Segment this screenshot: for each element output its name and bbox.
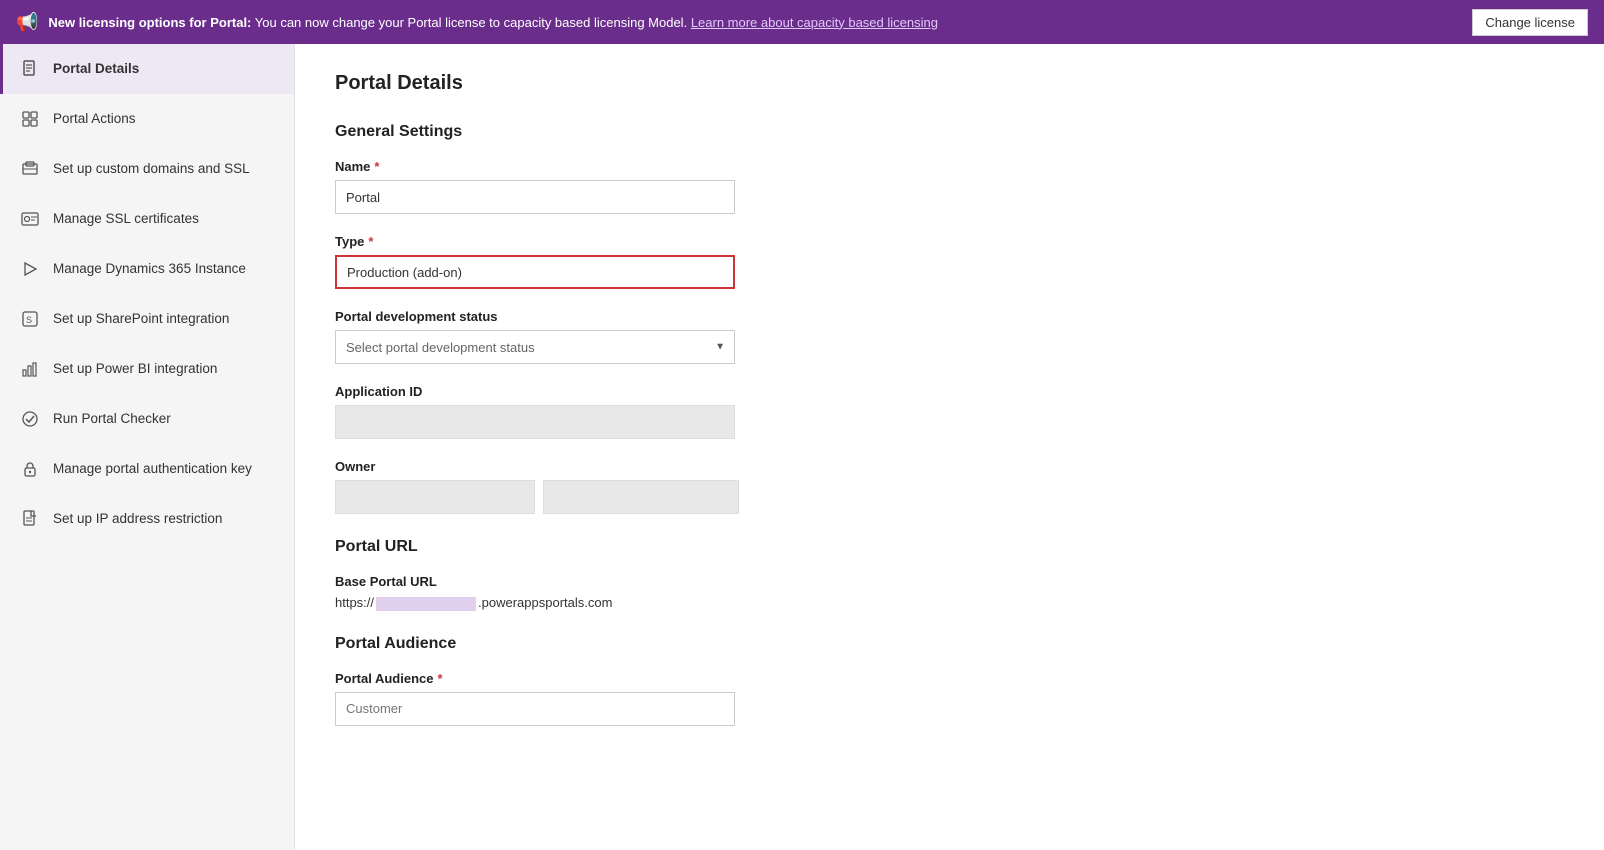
owner-label: Owner bbox=[335, 459, 1564, 474]
svg-text:S: S bbox=[26, 315, 32, 325]
domains-icon bbox=[19, 158, 41, 180]
owner-field-group: Owner bbox=[335, 459, 1564, 514]
change-license-button[interactable]: Change license bbox=[1472, 9, 1588, 36]
banner-text: New licensing options for Portal: You ca… bbox=[48, 15, 1462, 30]
sidebar-label-dynamics: Manage Dynamics 365 Instance bbox=[53, 260, 246, 278]
sidebar-label-portal-checker: Run Portal Checker bbox=[53, 410, 171, 428]
type-input[interactable] bbox=[335, 255, 735, 289]
file-icon bbox=[19, 508, 41, 530]
chart-icon bbox=[19, 358, 41, 380]
portal-audience-label: Portal Audience * bbox=[335, 671, 1564, 686]
sidebar-item-auth-key[interactable]: Manage portal authentication key bbox=[0, 444, 294, 494]
lock-icon bbox=[19, 458, 41, 480]
sidebar-label-powerbi: Set up Power BI integration bbox=[53, 360, 217, 378]
sharepoint-icon: S bbox=[19, 308, 41, 330]
app-id-field-group: Application ID bbox=[335, 384, 1564, 439]
name-field-group: Name * bbox=[335, 159, 1564, 214]
dev-status-select-wrapper: Select portal development status Develop… bbox=[335, 330, 735, 364]
general-settings-title: General Settings bbox=[335, 123, 1564, 141]
sidebar-item-portal-details[interactable]: Portal Details bbox=[0, 44, 294, 94]
sidebar-item-sharepoint[interactable]: S Set up SharePoint integration bbox=[0, 294, 294, 344]
sidebar-item-ssl-certs[interactable]: Manage SSL certificates bbox=[0, 194, 294, 244]
checker-icon bbox=[19, 408, 41, 430]
doc-icon bbox=[19, 58, 41, 80]
cert-icon bbox=[19, 208, 41, 230]
sidebar-label-ssl-certs: Manage SSL certificates bbox=[53, 210, 199, 228]
portal-audience-input[interactable] bbox=[335, 692, 735, 726]
owner-readonly-1 bbox=[335, 480, 535, 514]
portal-url-title: Portal URL bbox=[335, 538, 1564, 556]
page-title: Portal Details bbox=[335, 72, 1564, 95]
app-id-label: Application ID bbox=[335, 384, 1564, 399]
main-content: Portal Details General Settings Name * T… bbox=[295, 44, 1604, 850]
owner-fields bbox=[335, 480, 1564, 514]
sidebar-label-custom-domains: Set up custom domains and SSL bbox=[53, 160, 250, 178]
notification-banner: 📢 New licensing options for Portal: You … bbox=[0, 0, 1604, 44]
dev-status-label: Portal development status bbox=[335, 309, 1564, 324]
owner-readonly-2 bbox=[543, 480, 739, 514]
sidebar-label-sharepoint: Set up SharePoint integration bbox=[53, 310, 229, 328]
url-redacted bbox=[376, 597, 476, 611]
play-icon bbox=[19, 258, 41, 280]
sidebar-item-portal-actions[interactable]: Portal Actions bbox=[0, 94, 294, 144]
base-url-label: Base Portal URL bbox=[335, 574, 1564, 589]
sidebar-item-portal-checker[interactable]: Run Portal Checker bbox=[0, 394, 294, 444]
app-id-readonly bbox=[335, 405, 735, 439]
type-required-star: * bbox=[368, 234, 373, 249]
sidebar: Portal Details Portal Actions bbox=[0, 44, 295, 850]
dev-status-select[interactable]: Select portal development status Develop… bbox=[335, 330, 735, 364]
sidebar-label-auth-key: Manage portal authentication key bbox=[53, 460, 252, 478]
portal-audience-required-star: * bbox=[437, 671, 442, 686]
sidebar-item-custom-domains[interactable]: Set up custom domains and SSL bbox=[0, 144, 294, 194]
name-label: Name * bbox=[335, 159, 1564, 174]
grid-icon bbox=[19, 108, 41, 130]
portal-audience-field-group: Portal Audience * bbox=[335, 671, 1564, 726]
sidebar-item-dynamics[interactable]: Manage Dynamics 365 Instance bbox=[0, 244, 294, 294]
portal-audience-title: Portal Audience bbox=[335, 635, 1564, 653]
sidebar-item-powerbi[interactable]: Set up Power BI integration bbox=[0, 344, 294, 394]
name-input[interactable] bbox=[335, 180, 735, 214]
base-url-value: https://.powerappsportals.com bbox=[335, 595, 1564, 611]
sidebar-label-ip-restriction: Set up IP address restriction bbox=[53, 510, 222, 528]
sidebar-label-portal-actions: Portal Actions bbox=[53, 110, 136, 128]
megaphone-icon: 📢 bbox=[16, 12, 38, 33]
name-required-star: * bbox=[374, 159, 379, 174]
sidebar-item-ip-restriction[interactable]: Set up IP address restriction bbox=[0, 494, 294, 544]
sidebar-label-portal-details: Portal Details bbox=[53, 60, 139, 78]
type-field-group: Type * bbox=[335, 234, 1564, 289]
learn-more-link[interactable]: Learn more about capacity based licensin… bbox=[691, 15, 938, 30]
type-label: Type * bbox=[335, 234, 1564, 249]
dev-status-field-group: Portal development status Select portal … bbox=[335, 309, 1564, 364]
